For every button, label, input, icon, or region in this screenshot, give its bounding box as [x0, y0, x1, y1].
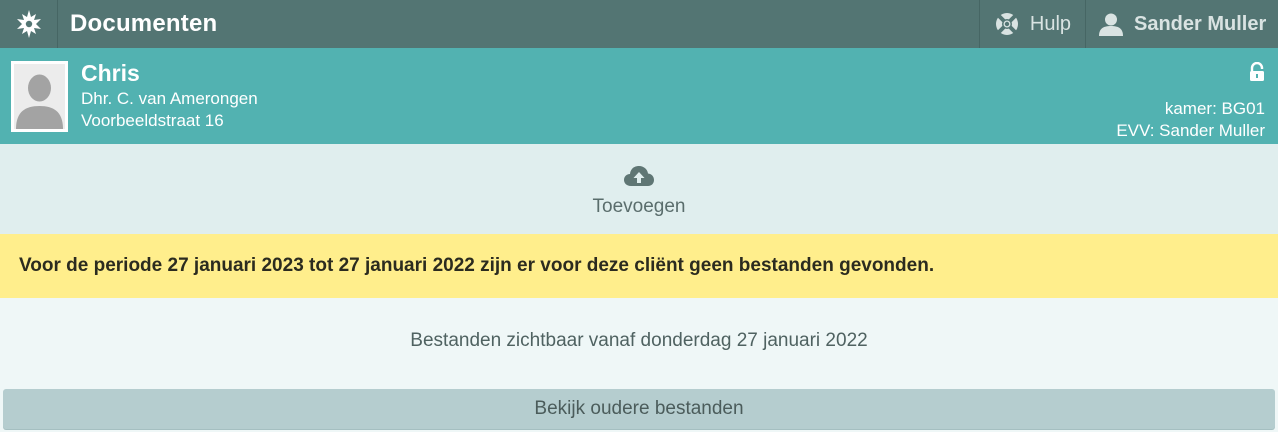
- file-list-area: Bestanden zichtbaar vanaf donderdag 27 j…: [0, 298, 1278, 432]
- lifebuoy-icon: [995, 13, 1018, 35]
- help-button[interactable]: Hulp: [979, 0, 1085, 48]
- avatar: [11, 61, 68, 132]
- maple-leaf-logo-icon: [16, 10, 41, 38]
- visible-from-text: Bestanden zichtbaar vanaf donderdag 27 j…: [410, 330, 868, 351]
- warning-text: Voor de periode 27 januari 2023 tot 27 j…: [19, 255, 935, 276]
- top-navigation-bar: Documenten Hulp Sander Muller: [0, 0, 1278, 48]
- no-files-warning: Voor de periode 27 januari 2023 tot 27 j…: [0, 234, 1278, 298]
- user-icon: [1099, 13, 1123, 36]
- user-name: Sander Muller: [1134, 12, 1267, 35]
- client-full-name: Dhr. C. van Amerongen: [81, 89, 258, 108]
- help-label: Hulp: [1029, 12, 1072, 35]
- client-room: kamer: BG01: [1164, 99, 1265, 118]
- client-address: Voorbeeldstraat 16: [81, 111, 224, 130]
- page-title: Documenten: [70, 10, 218, 37]
- cloud-upload-icon: [624, 166, 654, 186]
- user-menu[interactable]: Sander Muller: [1085, 0, 1278, 48]
- avatar-placeholder-icon: [14, 64, 65, 129]
- view-older-files-label: Bekijk oudere bestanden: [534, 398, 744, 419]
- add-document-label: Toevoegen: [592, 196, 686, 217]
- client-header: Chris Dhr. C. van Amerongen Voorbeeldstr…: [0, 48, 1278, 144]
- client-evv: EVV: Sander Muller: [1116, 121, 1265, 140]
- client-name: Chris: [81, 60, 140, 86]
- app-logo[interactable]: [0, 0, 58, 48]
- add-document-button[interactable]: Toevoegen: [0, 144, 1278, 234]
- lock-icon[interactable]: [1248, 62, 1266, 82]
- view-older-files-button[interactable]: Bekijk oudere bestanden: [3, 389, 1275, 429]
